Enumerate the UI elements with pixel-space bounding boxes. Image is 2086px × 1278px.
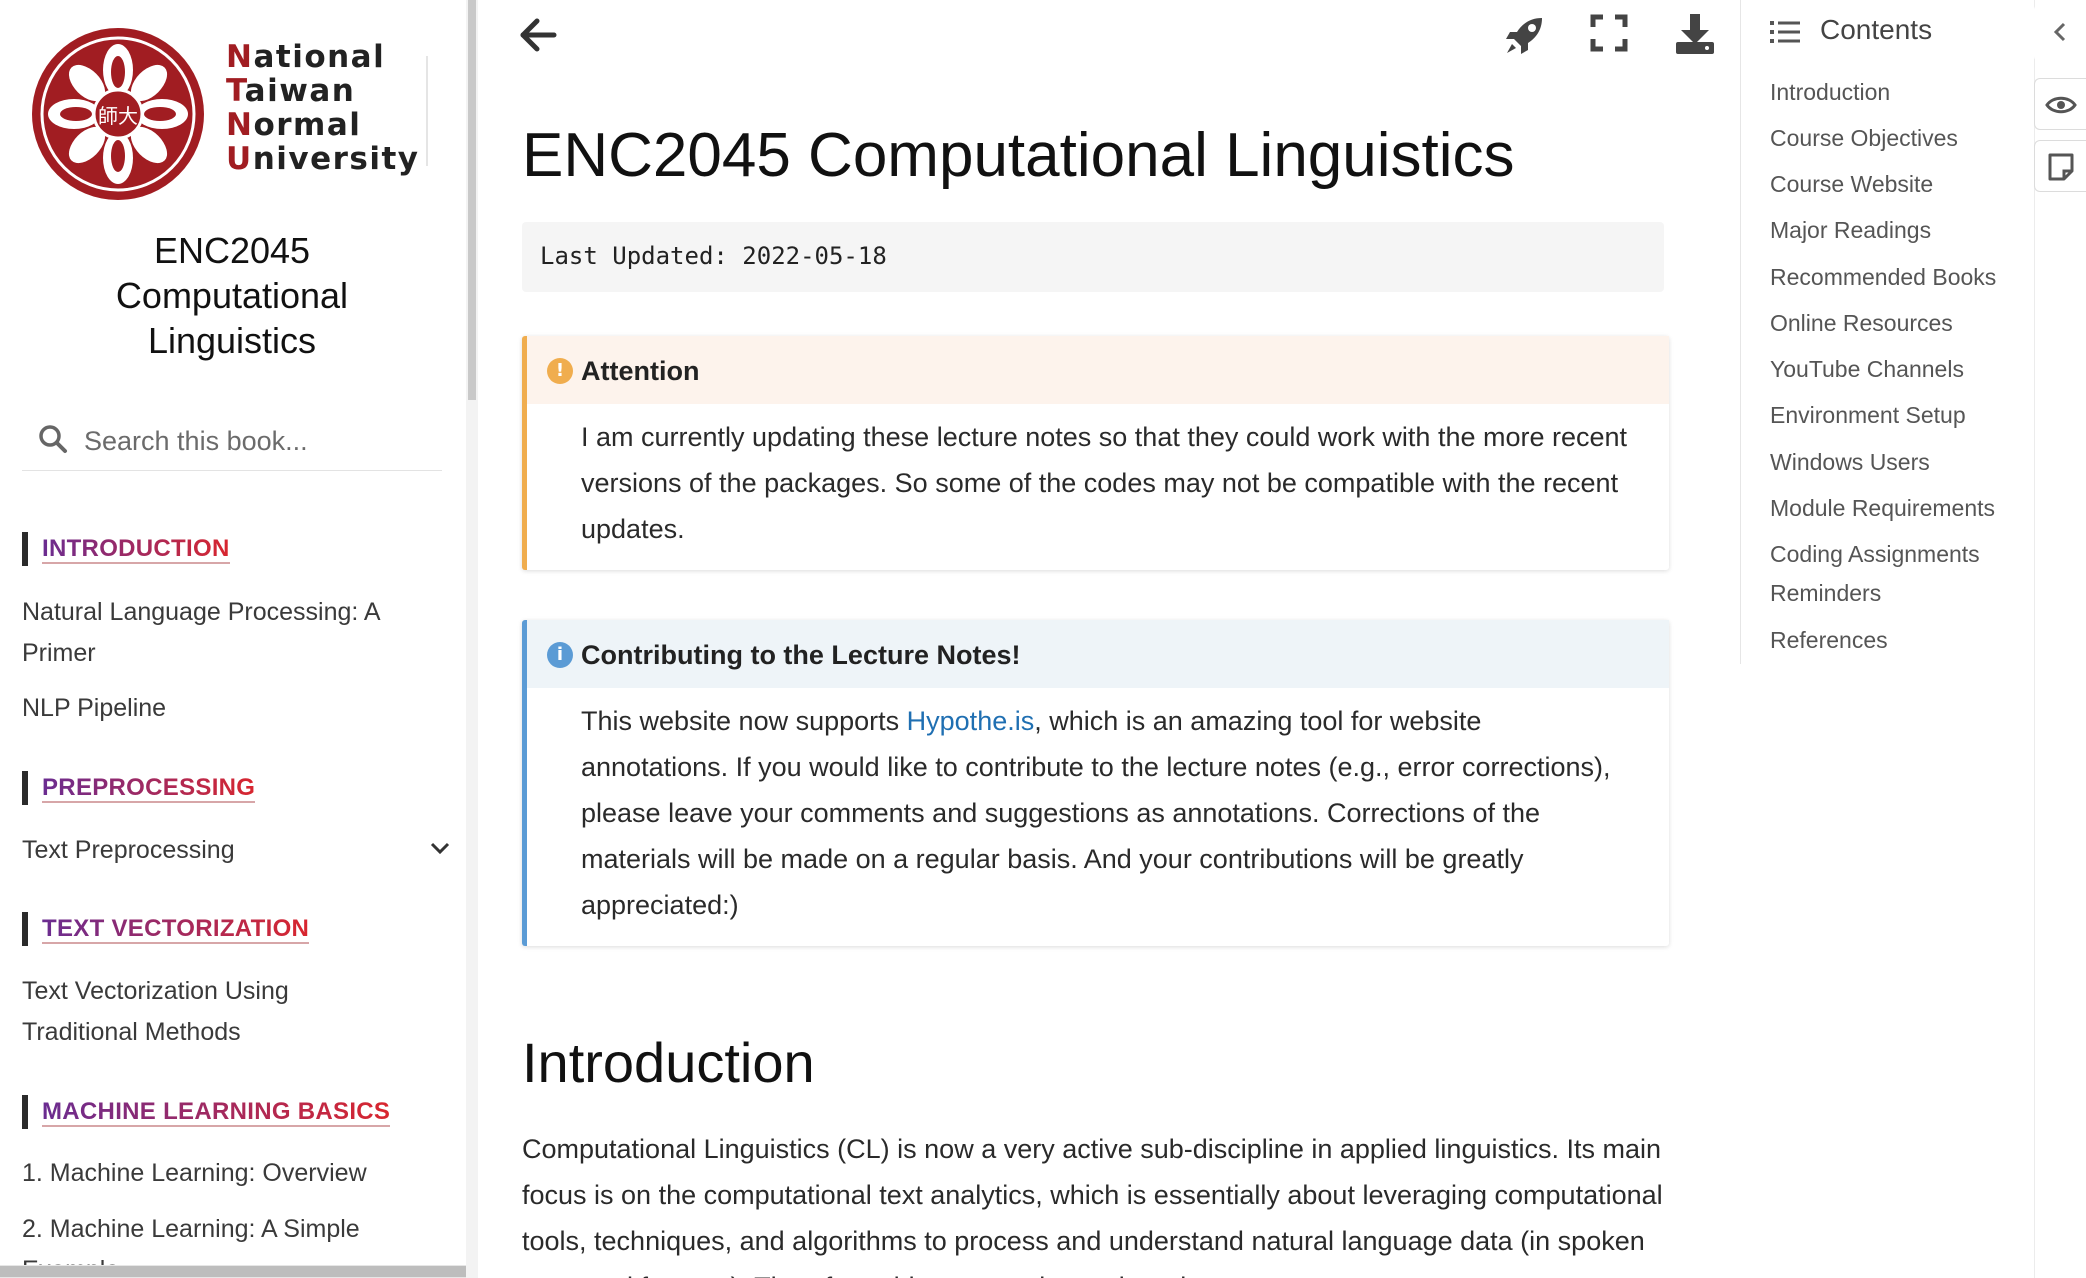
logo-line-1: ational <box>253 39 386 75</box>
contributing-body: This website now supports Hypothe.is, wh… <box>527 688 1669 946</box>
sidebar-horizontal-scrollbar-thumb[interactable] <box>0 1266 466 1277</box>
logo-line-4: niversity <box>252 141 420 177</box>
note-icon <box>2048 153 2074 181</box>
table-of-contents: Contents Introduction Course Objectives … <box>1740 0 2040 1278</box>
search-box[interactable] <box>22 412 442 471</box>
new-page-note-button[interactable] <box>2034 140 2086 192</box>
logo-line-3: ormal <box>253 107 362 143</box>
nav-item-nlp-primer[interactable]: Natural Language Processing: A Primer <box>22 592 402 674</box>
search-input[interactable] <box>82 420 436 462</box>
toc-heading: Contents <box>1820 14 1933 45</box>
exclamation-icon: ! <box>547 358 573 384</box>
eye-icon <box>2045 96 2077 114</box>
toc-item-module-requirements[interactable]: Module Requirements <box>1770 489 2032 528</box>
toc-item-course-objectives[interactable]: Course Objectives <box>1770 119 2032 158</box>
university-logo[interactable]: 師大 National Taiwan Normal University <box>30 26 430 202</box>
svg-text:師大: 師大 <box>98 104 138 128</box>
page-title: ENC2045 Computational Linguistics <box>522 121 1515 190</box>
toc-item-major-readings[interactable]: Major Readings <box>1770 211 2032 250</box>
chevron-left-icon <box>2053 22 2066 42</box>
sidebar: 師大 National Taiwan Normal University ENC… <box>0 0 466 1278</box>
logo-divider <box>426 56 428 166</box>
arrow-left-icon[interactable] <box>518 16 558 54</box>
contributing-text-after: , which is an amazing tool for website a… <box>581 706 1611 920</box>
list-icon <box>1770 21 1800 43</box>
nav-item-text-vectorization-traditional[interactable]: Text Vectorization Using Traditional Met… <box>22 971 402 1053</box>
book-title: ENC2045 Computational Linguistics <box>115 230 349 361</box>
expand-icon[interactable] <box>1590 14 1628 52</box>
last-updated-text: Last Updated: 2022-05-18 <box>540 242 887 270</box>
main-content: ENC2045 Computational Linguistics Last U… <box>478 0 1740 1278</box>
university-seal-icon: 師大 <box>32 28 204 200</box>
introduction-heading: Introduction <box>522 1031 815 1094</box>
toc-item-online-resources[interactable]: Online Resources <box>1770 304 2032 343</box>
search-icon <box>39 425 67 453</box>
toc-item-course-website[interactable]: Course Website <box>1770 165 2032 204</box>
nav-item-text-preprocessing[interactable]: Text Preprocessing <box>22 830 402 871</box>
nav-caption-preprocessing: PREPROCESSING <box>22 771 256 805</box>
last-updated-block: Last Updated: 2022-05-18 <box>522 222 1664 292</box>
nav-item-nlp-pipeline[interactable]: NLP Pipeline <box>22 688 402 729</box>
toc-item-coding-assignments-reminders[interactable]: Coding Assignments Reminders <box>1770 535 2032 613</box>
nav-caption-introduction: INTRODUCTION <box>22 532 230 566</box>
attention-admonition: ! Attention I am currently updating thes… <box>522 336 1669 570</box>
show-highlights-button[interactable] <box>2034 78 2086 130</box>
hypothesis-link[interactable]: Hypothe.is <box>907 706 1035 736</box>
contributing-text-before: This website now supports <box>581 706 907 736</box>
nav-item-ml-overview[interactable]: 1. Machine Learning: Overview <box>22 1153 402 1194</box>
contributing-title: Contributing to the Lecture Notes! <box>581 640 1021 670</box>
rocket-icon[interactable] <box>1502 12 1548 58</box>
toc-item-youtube-channels[interactable]: YouTube Channels <box>1770 350 2032 389</box>
sidebar-scrollbar-thumb[interactable] <box>468 0 476 400</box>
nav-caption-text-vectorization: TEXT VECTORIZATION <box>22 912 310 946</box>
toc-item-introduction[interactable]: Introduction <box>1770 73 2032 112</box>
university-name: National Taiwan Normal University <box>226 39 420 177</box>
toc-item-recommended-books[interactable]: Recommended Books <box>1770 258 2032 297</box>
attention-title: Attention <box>581 356 700 386</box>
intro-paragraph: Computational Linguistics (CL) is now a … <box>522 1134 1663 1278</box>
download-icon[interactable] <box>1674 12 1716 56</box>
contributing-admonition: i Contributing to the Lecture Notes! Thi… <box>522 620 1669 946</box>
attention-body: I am currently updating these lecture no… <box>581 422 1628 544</box>
nav-caption-machine-learning-basics: MACHINE LEARNING BASICS <box>22 1095 391 1129</box>
logo-line-2: aiwan <box>244 73 356 109</box>
info-icon: i <box>547 642 573 668</box>
chevron-down-icon[interactable] <box>428 836 452 860</box>
toc-item-windows-users[interactable]: Windows Users <box>1770 443 2032 482</box>
collapse-annotations-button[interactable] <box>2034 4 2086 62</box>
toc-item-environment-setup[interactable]: Environment Setup <box>1770 396 2032 435</box>
toc-item-references[interactable]: References <box>1770 621 2032 660</box>
